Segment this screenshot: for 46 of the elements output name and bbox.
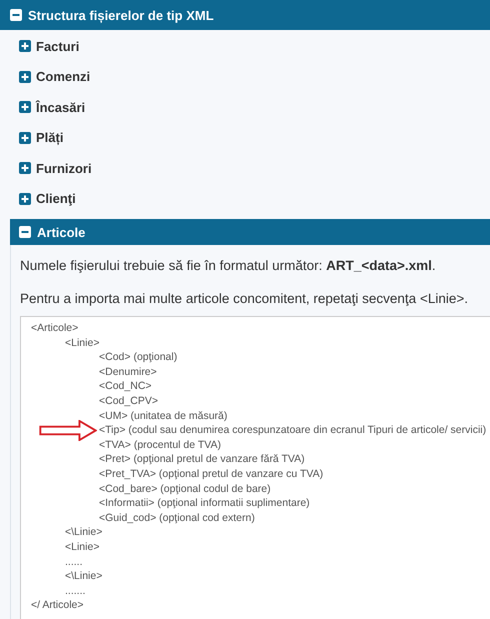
code-line: <Cod_CPV> bbox=[99, 394, 158, 407]
accordion-item[interactable]: Plăți bbox=[0, 122, 490, 153]
code-line: ...... bbox=[65, 556, 83, 568]
accordion-item[interactable]: Clienţi bbox=[0, 184, 490, 214]
accordion-item[interactable]: Facturi bbox=[0, 31, 490, 62]
accordion-item[interactable]: Comenzi bbox=[0, 62, 490, 92]
section-title: Comenzi bbox=[36, 69, 90, 84]
code-line: </ Articole> bbox=[31, 599, 84, 612]
code-line: <Cod_bare> (opţional codul de bare) bbox=[99, 482, 271, 495]
section-title: Facturi bbox=[36, 38, 80, 54]
code-line: <\Linie> bbox=[65, 570, 102, 582]
collapse-icon bbox=[19, 226, 31, 238]
section-title: Articole bbox=[37, 224, 86, 240]
section-header[interactable]: Articole bbox=[10, 219, 490, 245]
code-line: <Informatii> (opţional informatii suplimentare) bbox=[99, 497, 310, 510]
section-title: Încasări bbox=[36, 100, 86, 115]
paragraph: Pentru a importa mai multe articole concomitent, repetaţi secvenţa <Linie>. bbox=[20, 290, 469, 308]
expand-icon bbox=[19, 40, 31, 52]
code-line: <Cod_NC> bbox=[99, 380, 152, 392]
section-title: Clienţi bbox=[36, 191, 76, 206]
code-line: <TVA> (procentul de TVA) bbox=[99, 438, 221, 451]
header-title: Structura fișierelor de tip XML bbox=[28, 8, 214, 22]
section-title: Furnizori bbox=[36, 160, 92, 176]
accordion-item[interactable]: Furnizori bbox=[0, 153, 490, 184]
expand-icon bbox=[19, 192, 31, 205]
expand-icon bbox=[19, 70, 31, 83]
code-line: <Cod> (opţional) bbox=[99, 351, 178, 364]
code-line: <Linie> bbox=[65, 540, 100, 553]
code-line: <Pret_TVA> (opţional pretul de vanzare cu TVA) bbox=[99, 468, 324, 480]
expand-icon bbox=[19, 101, 31, 114]
expand-icon bbox=[19, 132, 31, 144]
code-line: <Guid_cod> (opţional cod extern) bbox=[99, 512, 255, 524]
paragraph: Numele fişierului trebuie să fie în formatul următor: ART_<data>.xml. bbox=[20, 257, 437, 275]
code-line: <Articole> bbox=[31, 322, 78, 334]
code-line: <Linie> bbox=[65, 336, 100, 349]
section-title: Plăți bbox=[36, 130, 64, 146]
accordion-item[interactable]: Încasări bbox=[0, 92, 490, 122]
code-line: <UM> (unitatea de măsură) bbox=[99, 410, 228, 422]
collapse-icon bbox=[10, 9, 22, 21]
code-line: <Denumire> bbox=[99, 366, 157, 378]
expand-icon bbox=[19, 162, 31, 174]
code-line: <Tip> (codul sau denumirea corespunzatoare din ecranul Tipuri de articole/ servicii) bbox=[99, 424, 486, 436]
code-line: ....... bbox=[65, 584, 86, 597]
code-line: <Pret> (opţional pretul de vanzare fără TVA) bbox=[99, 453, 305, 466]
section-header[interactable]: Structura fișierelor de tip XML bbox=[0, 0, 490, 30]
code-line: <\Linie> bbox=[65, 526, 102, 538]
